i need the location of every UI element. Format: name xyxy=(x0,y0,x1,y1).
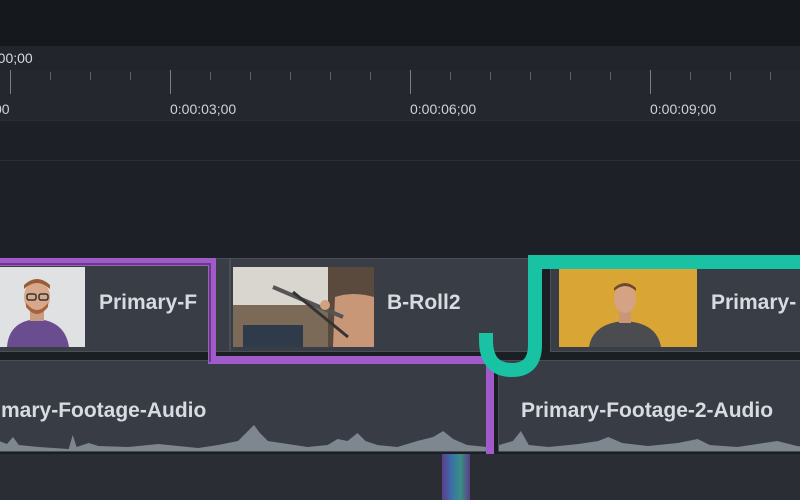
track-divider xyxy=(0,160,800,161)
top-toolbar xyxy=(0,0,800,46)
clip-label: Primary- xyxy=(711,291,797,314)
audio-waveform xyxy=(0,425,487,451)
ruler-major-tick xyxy=(170,70,171,94)
ruler-label: 0:00:09;00 xyxy=(650,101,717,117)
ruler-tick xyxy=(530,72,531,80)
ruler-tick xyxy=(570,72,571,80)
ruler-tick xyxy=(250,72,251,80)
clip-thumbnail xyxy=(0,267,85,347)
ruler-tick xyxy=(490,72,491,80)
ruler-tick xyxy=(330,72,331,80)
video-clip-b-roll2[interactable]: B-Roll2 xyxy=(230,258,530,352)
ruler-label: 0:00:06;00 xyxy=(410,101,477,117)
ruler-label: 00 xyxy=(0,101,10,117)
playhead-timecode: 0:00;00 xyxy=(0,50,33,66)
timeline-ruler[interactable]: 00 0:00:03;00 0:00:06;00 0:00:09;00 xyxy=(0,70,800,120)
audio-clip-primary-footage-2-audio[interactable]: Primary-Footage-2-Audio xyxy=(498,360,800,452)
clip-thumbnail xyxy=(233,267,374,347)
ruler-major-tick xyxy=(10,70,11,94)
audio-clip-primary-footage-audio[interactable]: mary-Footage-Audio xyxy=(0,360,488,452)
playhead-marker[interactable] xyxy=(442,454,470,500)
ruler-tick xyxy=(50,72,51,80)
ruler-label: 0:00:03;00 xyxy=(170,101,237,117)
ruler-major-tick xyxy=(410,70,411,94)
audio-waveform xyxy=(499,431,800,451)
ruler-tick xyxy=(690,72,691,80)
ruler-tick xyxy=(450,72,451,80)
ruler-tick xyxy=(370,72,371,80)
clip-thumbnail xyxy=(559,267,697,347)
audio-track[interactable]: mary-Footage-Audio Primary-Footage-2-Aud… xyxy=(0,354,800,454)
ruler-tick xyxy=(730,72,731,80)
ruler-tick xyxy=(210,72,211,80)
video-clip-primary-footage[interactable]: Primary-F xyxy=(0,258,230,352)
ruler-tick xyxy=(90,72,91,80)
ruler-tick xyxy=(290,72,291,80)
ruler-tick xyxy=(770,72,771,80)
playhead-timecode-bar: 0:00;00 xyxy=(0,46,800,70)
video-clip-primary-footage-2[interactable]: Primary- xyxy=(550,258,800,352)
video-track[interactable]: Primary-F B-Roll2 Primary- xyxy=(0,258,800,354)
ruler-major-tick xyxy=(650,70,651,94)
bottom-track-area xyxy=(0,454,800,500)
clip-label: B-Roll2 xyxy=(387,291,461,314)
ruler-tick xyxy=(130,72,131,80)
clip-label: Primary-F xyxy=(99,291,198,314)
ruler-tick xyxy=(610,72,611,80)
empty-track-area[interactable] xyxy=(0,120,800,261)
